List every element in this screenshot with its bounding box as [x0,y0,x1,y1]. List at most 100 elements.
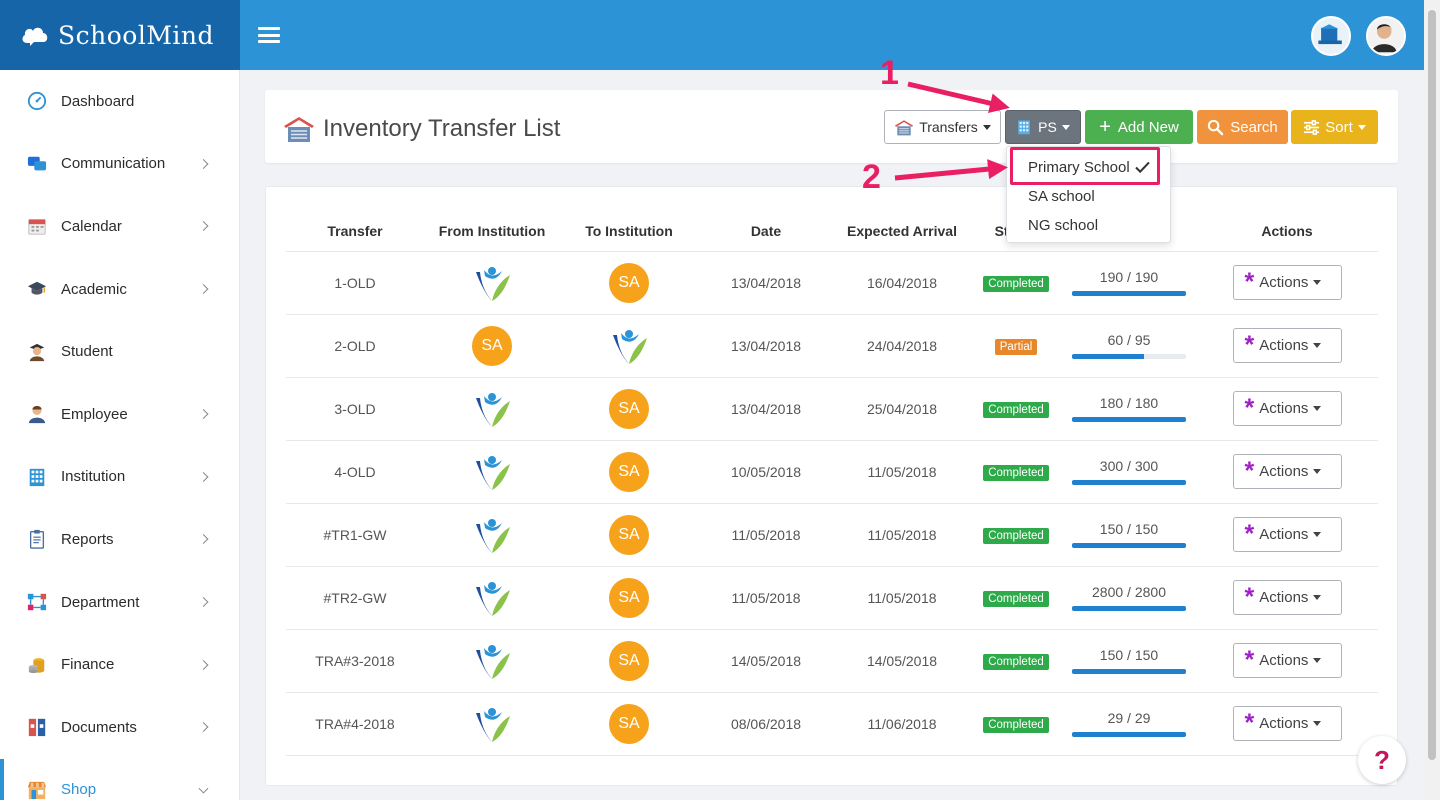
institution-filter-button[interactable]: PS [1005,110,1081,144]
annotation-step-2: 2 [862,158,881,196]
transfer-id[interactable]: 2-OLD [286,314,424,378]
student-icon [26,341,48,363]
sidebar-item-communication[interactable]: Communication [0,133,239,196]
transfer-table: Transfer From Institution To Institution… [286,211,1378,756]
sidebar-item-shop[interactable]: Shop [0,758,239,800]
transfer-id[interactable]: 1-OLD [286,251,424,315]
employee-icon [26,403,48,425]
quantity-cell: 2800 / 2800 [1062,566,1196,630]
brand-logo[interactable]: SchoolMind [0,0,240,70]
transfer-date: 14/05/2018 [698,629,834,693]
hamburger-icon[interactable] [258,27,280,43]
sidebar-item-reports[interactable]: Reports [0,508,239,571]
status-cell: Completed [970,503,1062,567]
institution-sa-avatar: SA [609,514,649,555]
plus-icon: + [1099,116,1111,138]
status-badge: Completed [983,653,1049,670]
chevron-right-icon [198,659,209,670]
actions-dropdown-button[interactable]: * Actions [1232,328,1342,363]
actions-dropdown-button[interactable]: * Actions [1232,517,1342,552]
actions-dropdown-button[interactable]: * Actions [1232,643,1342,678]
sidebar-item-institution[interactable]: Institution [0,446,239,509]
actions-dropdown-button[interactable]: * Actions [1232,454,1342,489]
transfer-id[interactable]: 4-OLD [286,440,424,504]
transfer-id[interactable]: #TR1-GW [286,503,424,567]
asterisk-icon: * [1244,520,1255,548]
annotation-arrow-2 [894,159,1008,181]
caret-down-icon [1313,595,1322,600]
transfer-id[interactable]: TRA#4-2018 [286,692,424,756]
column-header-arrival[interactable]: Expected Arrival [834,211,970,252]
status-badge: Completed [983,527,1049,544]
from-institution [424,440,560,504]
actions-dropdown-button[interactable]: * Actions [1232,580,1342,615]
transfer-id[interactable]: 3-OLD [286,377,424,441]
asterisk-icon: * [1244,457,1255,485]
from-institution: SA [424,314,560,378]
building-icon [26,466,48,488]
help-button[interactable]: ? [1358,736,1406,784]
sidebar-item-employee[interactable]: Employee [0,383,239,446]
institution-sa-avatar: SA [609,640,649,681]
quantity-cell: 150 / 150 [1062,503,1196,567]
table-row: 1-OLD SA 13/04/2018 16/04/2018 Completed 190 … [286,251,1378,315]
dropdown-item-primary-school[interactable]: Primary School [1007,153,1170,181]
transfers-dropdown-button[interactable]: Transfers [884,110,1001,144]
to-institution: SA [560,503,698,567]
caret-down-icon [1061,124,1070,130]
actions-dropdown-button[interactable]: * Actions [1232,265,1342,300]
institution-sa-avatar: SA [609,703,649,744]
transfer-date: 13/04/2018 [698,251,834,315]
quantity-cell: 180 / 180 [1062,377,1196,441]
status-cell: Partial [970,314,1062,378]
caret-down-icon [1313,280,1322,285]
transfer-id[interactable]: #TR2-GW [286,566,424,630]
quantity-text: 300 / 300 [1099,458,1159,474]
quantity-text: 150 / 150 [1099,647,1159,663]
transfer-id[interactable]: TRA#3-2018 [286,629,424,693]
status-cell: Completed [970,629,1062,693]
column-header-to[interactable]: To Institution [560,211,698,252]
sidebar-item-finance[interactable]: Finance [0,633,239,696]
progress-bar [1072,480,1186,485]
expected-arrival: 11/05/2018 [834,503,970,567]
vertical-scrollbar[interactable] [1424,0,1440,800]
status-badge: Partial [994,338,1038,355]
from-institution [424,692,560,756]
user-avatar[interactable] [1366,16,1406,56]
chevron-right-icon [198,158,209,169]
quantity-cell: 29 / 29 [1062,692,1196,756]
sidebar-item-dashboard[interactable]: Dashboard [0,70,239,133]
search-icon [1208,119,1224,135]
to-institution: SA [560,566,698,630]
column-header-date[interactable]: Date [698,211,834,252]
status-badge: Completed [983,275,1049,292]
sidebar-item-student[interactable]: Student [0,320,239,383]
sidebar-item-calendar[interactable]: Calendar [0,195,239,258]
asterisk-icon: * [1244,709,1255,737]
search-button[interactable]: Search [1197,110,1288,144]
from-institution [424,503,560,567]
sidebar-item-academic[interactable]: Academic [0,258,239,321]
table-header-row: Transfer From Institution To Institution… [286,211,1378,252]
sidebar-item-department[interactable]: Department [0,571,239,634]
sort-button[interactable]: Sort [1291,110,1378,144]
institution-avatar[interactable] [1311,16,1351,56]
actions-dropdown-button[interactable]: * Actions [1232,391,1342,426]
sidebar-item-documents[interactable]: Documents [0,696,239,759]
column-header-transfer[interactable]: Transfer [286,211,424,252]
table-row: #TR1-GW SA 11/05/2018 11/05/2018 Completed 15… [286,503,1378,567]
institution-sa-avatar: SA [609,451,649,492]
actions-cell: * Actions [1196,251,1378,315]
column-header-from[interactable]: From Institution [424,211,560,252]
actions-cell: * Actions [1196,566,1378,630]
progress-fill [1072,543,1186,548]
actions-dropdown-button[interactable]: * Actions [1232,706,1342,741]
to-institution: SA [560,692,698,756]
status-cell: Completed [970,692,1062,756]
transfer-date: 11/05/2018 [698,503,834,567]
add-new-button[interactable]: + Add New [1085,110,1193,144]
dropdown-item-sa-school[interactable]: SA school [1007,182,1170,210]
quantity-text: 180 / 180 [1099,395,1159,411]
dropdown-item-ng-school[interactable]: NG school [1007,211,1170,239]
